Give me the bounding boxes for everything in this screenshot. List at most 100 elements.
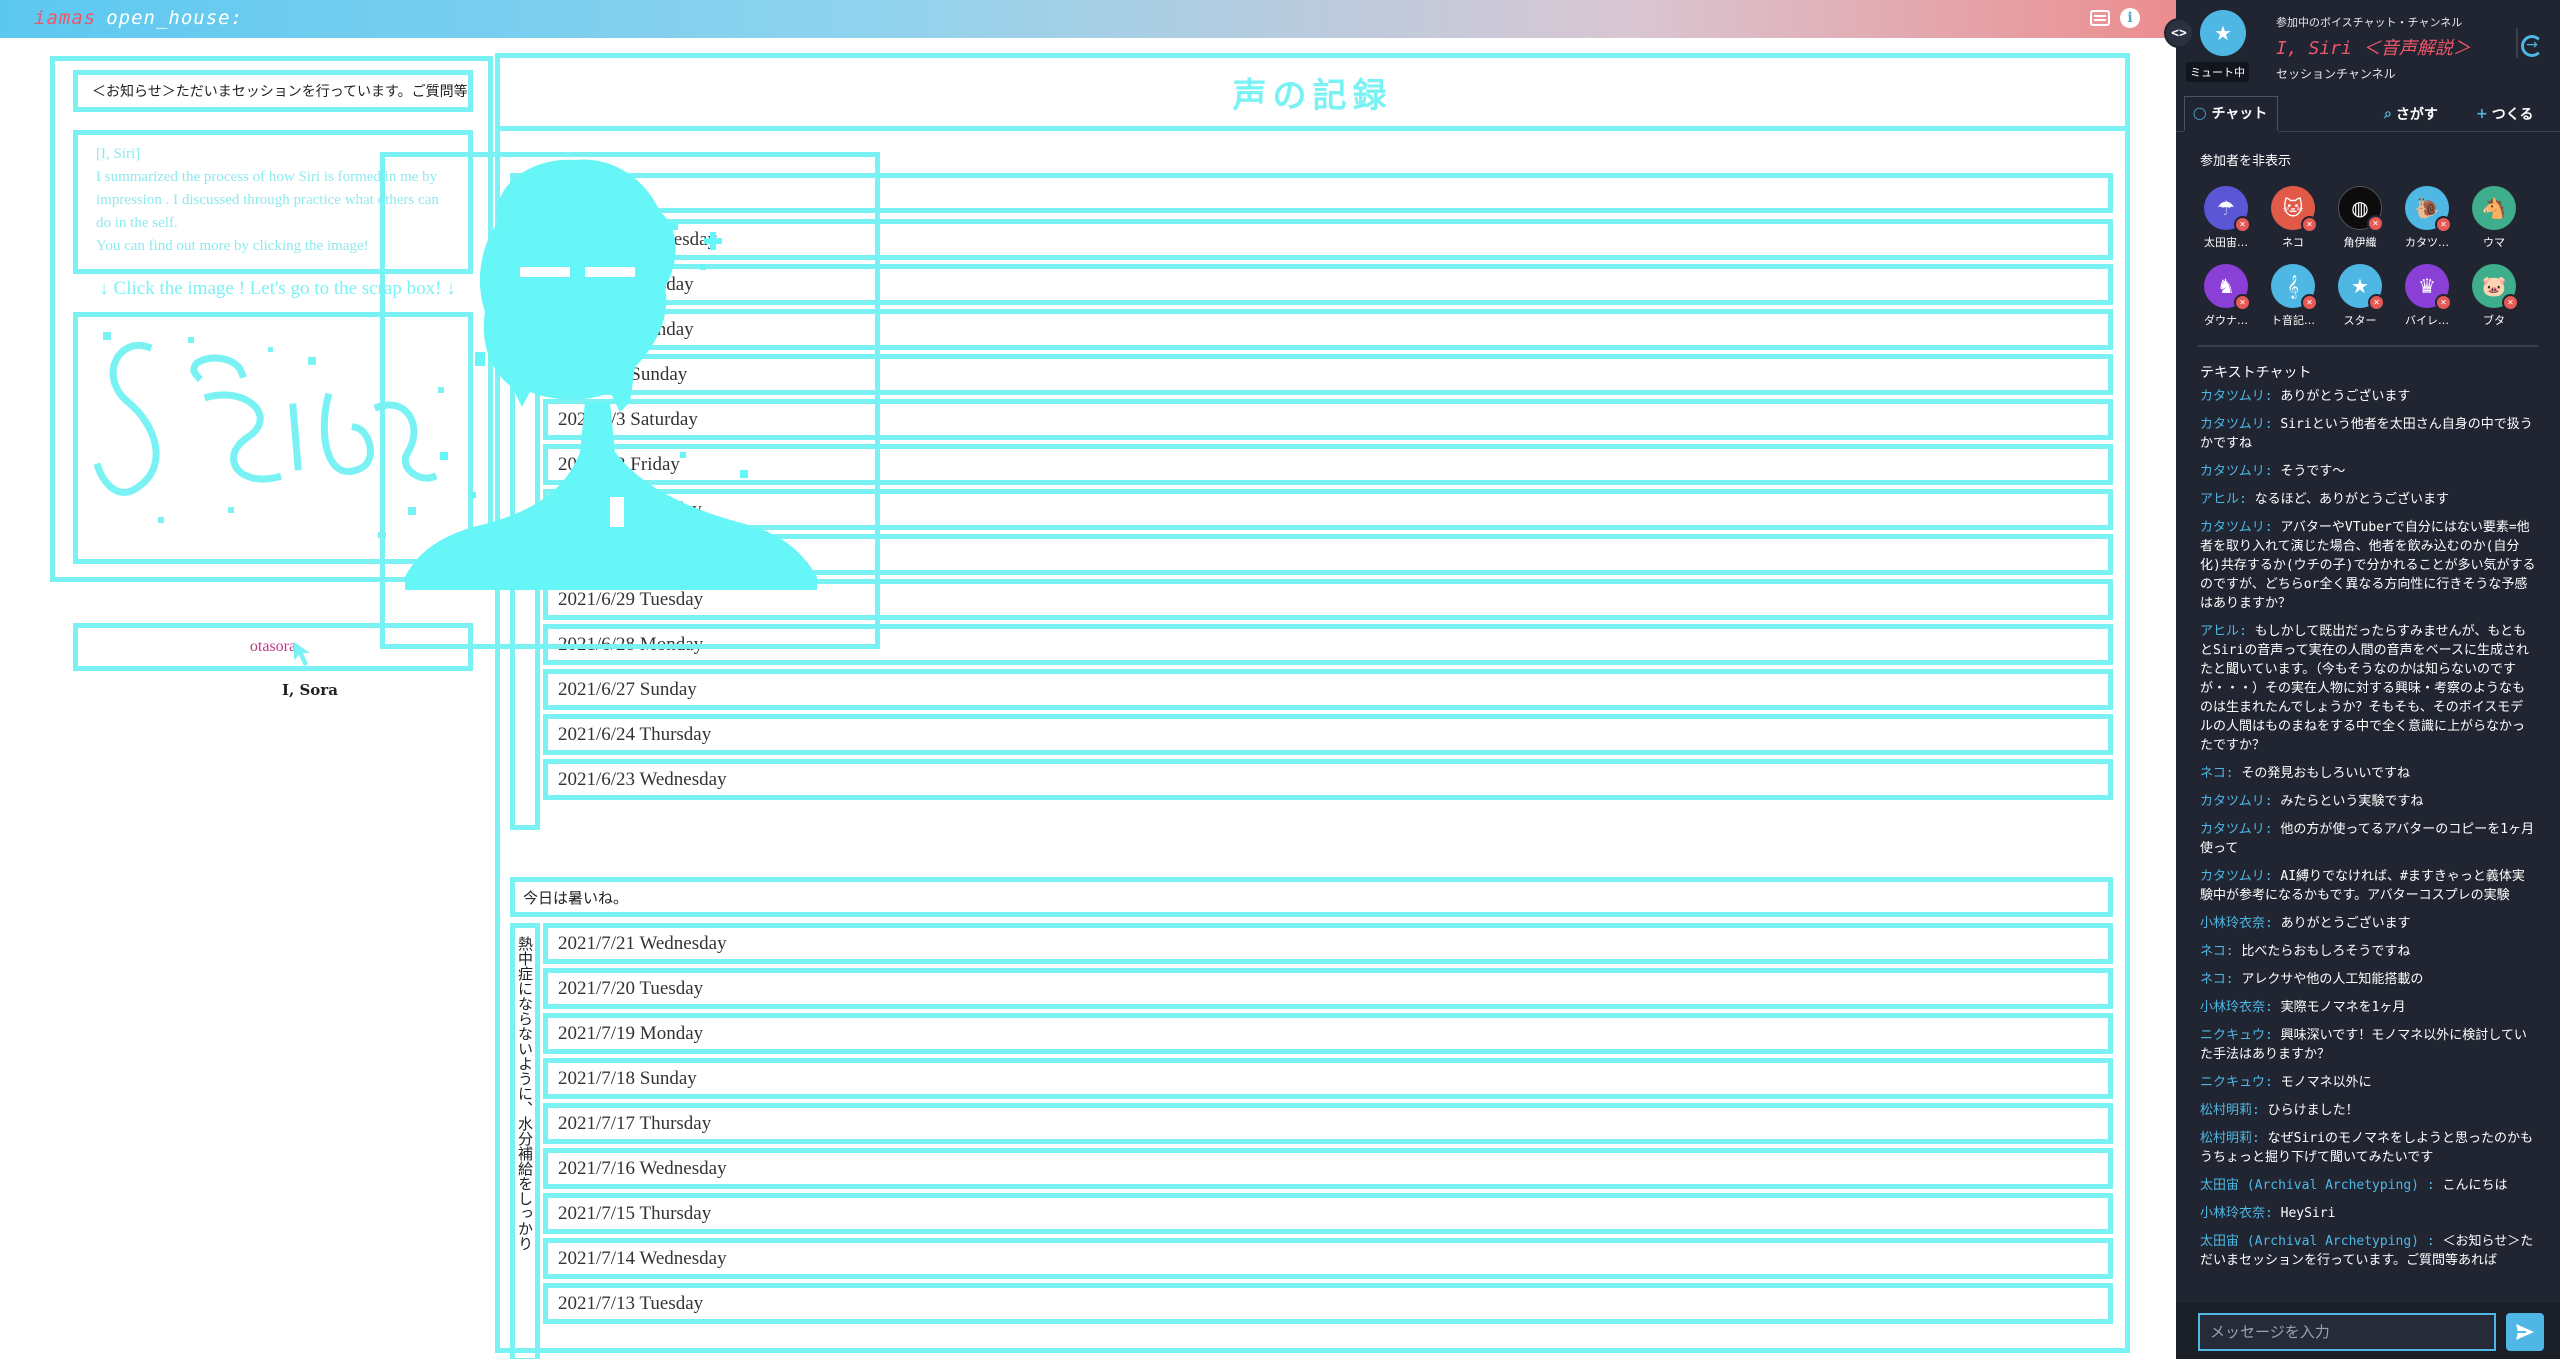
participant-name: スター (2343, 314, 2377, 327)
voice-record-row[interactable]: 2021/7/21 Wednesday (543, 923, 2113, 964)
voice-record-row[interactable]: 2021/6/28 Monday (543, 624, 2113, 665)
treble-clef-icon: 𝄞 (2287, 274, 2299, 298)
chat-message: ネコ: その発見おもしろいいですね (2200, 764, 2536, 783)
project-description: [I, Siri] I summarized the process of ho… (73, 130, 473, 274)
message-author: アヒル: (2200, 492, 2247, 507)
siri-image-link[interactable] (73, 312, 473, 564)
answer-vertical-1: 私はSiriです。 (510, 219, 540, 830)
participant-avatar: ★ ✕ (2338, 264, 2385, 311)
voice-record-row[interactable]: 2021/7/7 Wednesday (543, 219, 2113, 260)
participant-avatar: 🐴 (2472, 186, 2516, 230)
voice-record-row[interactable]: 2021/6/29 Tuesday (543, 579, 2113, 620)
voice-record-row[interactable]: 2021/6/24 Thursday (543, 714, 2113, 755)
voice-record-row[interactable]: 2021/7/2 Friday (543, 444, 2113, 485)
message-author: アヒル: (2200, 624, 2247, 639)
voice-record-row[interactable]: 2021/7/16 Wednesday (543, 1148, 2113, 1189)
description-line: impression . I discussed through practic… (96, 192, 439, 208)
participant[interactable]: 🐷 ✕ ブタ (2464, 264, 2524, 328)
participant[interactable]: 𝄞 ✕ ト音記… (2263, 264, 2323, 328)
message-author: 小林玲衣奈: (2200, 916, 2273, 931)
brand-logo[interactable]: iamas open_house: (34, 7, 243, 29)
voice-record-row[interactable]: 2021/6/23 Wednesday (543, 759, 2113, 800)
hide-participants-link[interactable]: 参加者を非表示 (2200, 150, 2291, 169)
mute-badge[interactable]: ミュート中 (2186, 62, 2249, 82)
click-hint: ↓ Click the image ! Let's go to the scra… (99, 278, 456, 299)
message-author: カタツムリ: (2200, 794, 2273, 809)
tab-make-label: つくる (2491, 107, 2534, 123)
participant-avatar: 𝄞 ✕ (2271, 264, 2318, 311)
voice-record-row[interactable]: 2021/6/27 Sunday (543, 669, 2113, 710)
participant[interactable]: ☂ ✕ 太田宙… (2196, 186, 2256, 250)
message-author: ニクキュウ: (2200, 1075, 2273, 1090)
voice-record-row[interactable]: 2021/7/5 Monday (543, 309, 2113, 350)
chat-message: 太田宙 (Archival Archetyping) : こんにちは (2200, 1176, 2536, 1195)
chat-message: ネコ: アレクサや他の人工知能搭載の (2200, 970, 2536, 989)
voice-record-row[interactable]: 2021/7/4 Sunday (543, 354, 2113, 395)
otasora-link[interactable]: otasora (73, 623, 473, 671)
mic-muted-icon: ✕ (2435, 216, 2452, 233)
chat-message: ニクキュウ: 興味深いです！モノマネ以外に検討していた手法はありますか？ (2200, 1026, 2536, 1064)
channel-avatar-icon: ★ (2200, 10, 2246, 56)
participant[interactable]: 🐱 ✕ ネコ (2263, 186, 2323, 250)
description-line: You can find out more by clicking the im… (96, 238, 369, 254)
info-icon[interactable]: i (2120, 8, 2140, 28)
siri-pixel-logo (93, 332, 444, 538)
voice-record-row[interactable]: 2021/7/1 Thursday (543, 489, 2113, 530)
message-text: もしかして既出だったらすみませんが、もともとSiriの音声って実在の人間の音声を… (2200, 624, 2530, 753)
send-button[interactable] (2506, 1313, 2544, 1351)
brand-open-house: open_house: (106, 7, 244, 29)
send-icon (2516, 1324, 2534, 1340)
chat-message: カタツムリ: アバターやVTuberで自分にはない要素=他者を取り入れて演じた場… (2200, 518, 2536, 613)
message-text: 実際モノマネを1ヶ月 (2280, 1000, 2406, 1015)
message-text: ありがとうございます (2280, 916, 2411, 931)
voice-record-row[interactable]: 2021/7/14 Wednesday (543, 1238, 2113, 1279)
participant[interactable]: ♞ ✕ ダウナ… (2196, 264, 2256, 328)
chat-toggle-icon[interactable] (2090, 10, 2110, 26)
panel-toggle-button[interactable]: <> (2164, 18, 2194, 48)
voice-record-row[interactable]: 2021/7/3 Saturday (543, 399, 2113, 440)
message-author: 松村明莉: (2200, 1131, 2260, 1146)
answer-vertical-2: 熱中症にならないように、水分補給をしっかり (510, 923, 540, 1359)
star-icon: ★ (2351, 274, 2369, 298)
message-text: 比べたらおもしろそうですね (2241, 944, 2411, 959)
message-author: カタツムリ: (2200, 464, 2273, 479)
voice-record-row[interactable]: 2021/7/17 Thursday (543, 1103, 2113, 1144)
tab-chat[interactable]: ◯ チャット (2184, 96, 2278, 132)
message-input[interactable] (2198, 1313, 2496, 1351)
voice-record-row[interactable]: 2021/7/19 Monday (543, 1013, 2113, 1054)
voice-record-row[interactable]: 2021/7/18 Sunday (543, 1058, 2113, 1099)
voice-record-row[interactable]: 2021/6/30 Wednesday (543, 534, 2113, 575)
voice-record-row[interactable]: 2021/7/20 Tuesday (543, 968, 2113, 1009)
message-text: みたらという実験ですね (2280, 794, 2424, 809)
message-composer (2176, 1303, 2560, 1359)
voice-chat-panel: ★ ミュート中 参加中のボイスチャット・チャンネル I, Siri ＜音声解説＞… (2176, 0, 2560, 1359)
pig-icon: 🐷 (2481, 274, 2507, 298)
plus-icon: + (2476, 106, 2488, 122)
participant[interactable]: 🐌 ✕ カタツ… (2397, 186, 2457, 250)
voice-record-row[interactable]: 2021/7/6 Tuesday (543, 264, 2113, 305)
chat-message: 松村明莉: なぜSiriのモノマネをしようと思ったのかもうちょっと掘り下げて聞い… (2200, 1129, 2536, 1167)
sora-label: I, Sora (282, 681, 338, 699)
exit-icon: → (2521, 35, 2543, 57)
message-author: 小林玲衣奈: (2200, 1000, 2273, 1015)
umbrella-icon: ☂ (2217, 196, 2235, 220)
leave-channel-button[interactable]: → (2516, 28, 2546, 58)
chat-message-list[interactable]: カタツムリ: ありがとうございます カタツムリ: Siriという他者を太田さん自… (2200, 387, 2536, 1305)
tab-make[interactable]: + つくる (2468, 96, 2541, 132)
participant-name: ブタ (2483, 314, 2505, 327)
message-author: カタツムリ: (2200, 869, 2273, 884)
participant[interactable]: ★ ✕ スター (2330, 264, 2390, 328)
participant[interactable]: 🐴 ウマ (2464, 186, 2524, 250)
tab-search[interactable]: ⌕ さがす (2376, 96, 2446, 132)
voice-record-row[interactable]: 2021/7/15 Thursday (543, 1193, 2113, 1234)
voice-record-row[interactable]: 2021/7/13 Tuesday (543, 1283, 2113, 1324)
message-text: ひらけました！ (2267, 1103, 2359, 1118)
participant[interactable]: ♛ ✕ バイレ… (2397, 264, 2457, 328)
message-author: 太田宙 (Archival Archetyping) : (2200, 1234, 2435, 1249)
message-text: こんにちは (2442, 1178, 2508, 1193)
participant-avatar: 🐷 ✕ (2472, 264, 2519, 311)
participant[interactable]: ◍ ✕ 角伊織 (2330, 186, 2390, 250)
message-text: その発見おもしろいいですね (2241, 766, 2411, 781)
chat-message: ニクキュウ: モノマネ以外に (2200, 1073, 2536, 1092)
chat-message: カタツムリ: ありがとうございます (2200, 387, 2536, 406)
